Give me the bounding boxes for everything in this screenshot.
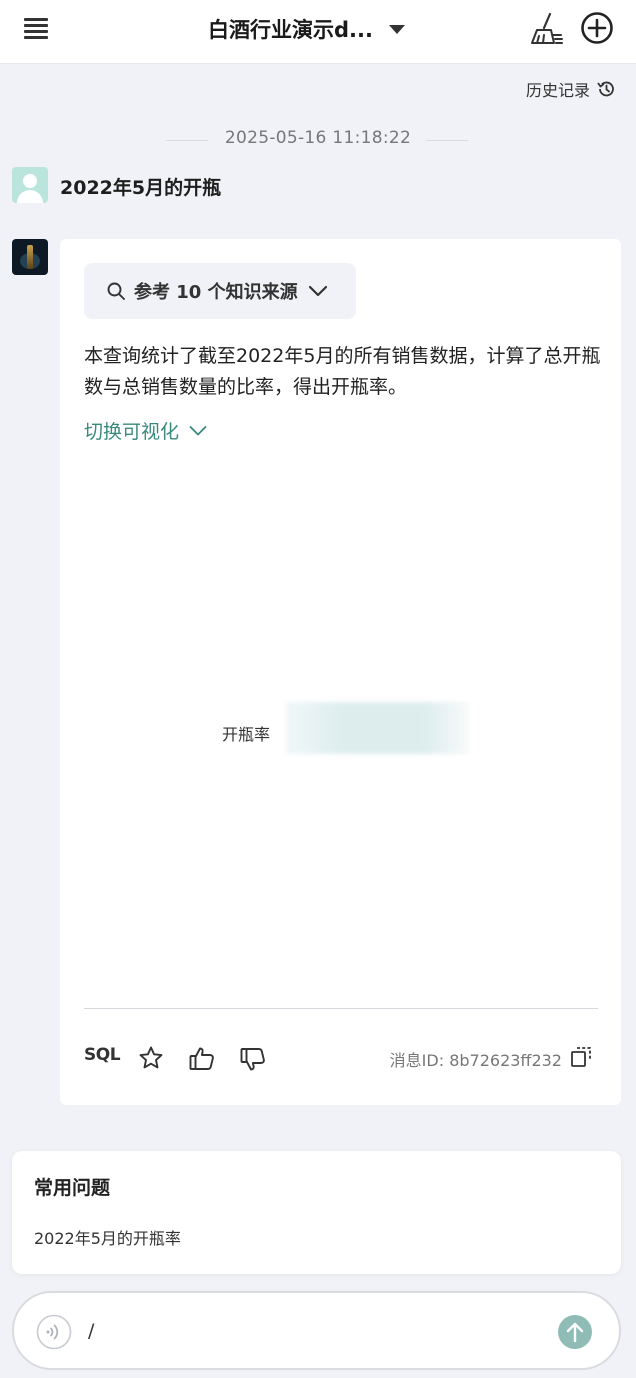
top-bar: 白酒行业演示d... (0, 0, 636, 64)
history-label: 历史记录 (525, 81, 590, 100)
send-button[interactable] (558, 1315, 592, 1349)
history-link[interactable]: 历史记录 (526, 77, 616, 101)
thumbs-down-icon[interactable] (239, 1046, 267, 1074)
search-icon (107, 282, 125, 300)
divider (426, 140, 468, 141)
menu-icon[interactable] (24, 15, 48, 41)
bot-avatar (12, 239, 48, 275)
timestamp-row: 2025-05-16 11:18:22 (0, 128, 636, 152)
message-composer (12, 1291, 621, 1370)
toggle-visualization-button[interactable]: 切换可视化 (84, 417, 207, 444)
plus-circle-icon[interactable] (580, 11, 614, 45)
thumbs-up-icon[interactable] (188, 1044, 216, 1072)
copy-icon[interactable] (570, 1046, 592, 1068)
broom-icon[interactable] (528, 11, 564, 47)
faq-title: 常用问题 (34, 1177, 111, 1199)
faq-panel: 常用问题 2022年5月的开瓶率 (12, 1151, 621, 1274)
faq-item[interactable]: 2022年5月的开瓶率 (34, 1225, 181, 1249)
knowledge-sources-label: 参考 10 个知识来源 (134, 282, 298, 303)
history-icon (597, 81, 614, 97)
sql-button[interactable]: SQL (84, 1045, 121, 1065)
message-input[interactable] (88, 1317, 548, 1345)
timestamp: 2025-05-16 11:18:22 (224, 128, 412, 148)
knowledge-sources-button[interactable]: 参考 10 个知识来源 (84, 263, 356, 319)
chevron-down-icon (388, 24, 405, 34)
user-avatar (12, 167, 48, 203)
chevron-down-icon (308, 285, 327, 297)
star-icon[interactable] (138, 1045, 164, 1071)
conversation-title-selector[interactable]: 白酒行业演示d... (208, 14, 405, 44)
voice-icon[interactable] (36, 1314, 72, 1350)
message-id: 消息ID: 8b72623ff232 (389, 1051, 562, 1070)
chart-bar (286, 702, 470, 754)
bot-message-card: 参考 10 个知识来源 本查询统计了截至2022年5月的所有销售数据，计算了总开… (60, 239, 621, 1105)
user-message: 2022年5月的开瓶 (60, 177, 222, 199)
chart-category-label: 开瓶率 (222, 725, 271, 744)
answer-text: 本查询统计了截至2022年5月的所有销售数据，计算了总开瓶数与总销售数量的比率，… (84, 345, 601, 398)
arrow-up-icon (566, 1322, 584, 1343)
chevron-down-icon (189, 425, 207, 435)
message-actions: SQL 消息ID: 8b72623ff232 (84, 1043, 598, 1073)
toggle-visualization-label: 切换可视化 (84, 421, 180, 443)
conversation-title: 白酒行业演示d... (208, 18, 373, 42)
divider (84, 1008, 598, 1009)
